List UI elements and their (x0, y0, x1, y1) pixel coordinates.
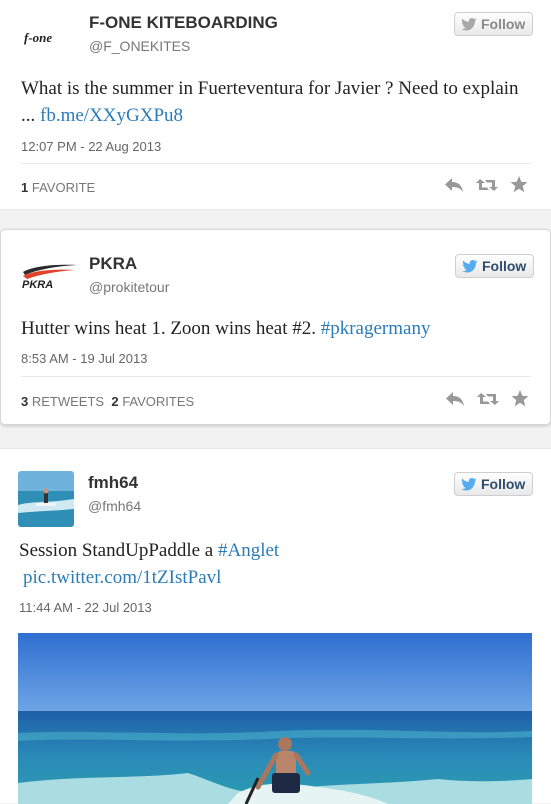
retweets-count[interactable]: 3 (21, 394, 28, 409)
timestamp[interactable]: 8:53 AM - 19 Jul 2013 (21, 351, 147, 366)
star-icon[interactable] (510, 176, 528, 193)
avatar[interactable]: f-one (22, 24, 78, 52)
tweet-stats: 1 FAVORITE (21, 180, 95, 195)
tweet-text: What is the summer in Fuerteventura for … (21, 75, 521, 129)
pkra-logo: PKRA (22, 264, 77, 291)
author-name[interactable]: F-ONE KITEBOARDING (89, 13, 278, 33)
tweet-actions (445, 390, 529, 407)
hashtag-link[interactable]: #Anglet (218, 540, 279, 561)
favorites-count[interactable]: 1 (21, 180, 28, 195)
tweet-card: f-one F-ONE KITEBOARDING @F_ONEKITES Fol… (0, 0, 551, 210)
retweets-label[interactable]: RETWEETS (32, 394, 104, 409)
retweet-icon[interactable] (476, 177, 498, 193)
surfer-photo (18, 633, 532, 804)
favorites-label[interactable]: FAVORITE (32, 180, 95, 195)
author-handle[interactable]: @F_ONEKITES (89, 38, 190, 54)
author-name[interactable]: fmh64 (88, 473, 138, 493)
timestamp[interactable]: 11:44 AM - 22 Jul 2013 (19, 600, 152, 615)
follow-label: Follow (481, 476, 526, 492)
timestamp[interactable]: 12:07 PM - 22 Aug 2013 (21, 139, 161, 154)
follow-label: Follow (482, 258, 527, 274)
retweet-icon[interactable] (477, 391, 499, 407)
tweet-card: fmh64 @fmh64 Follow Session StandUpPaddl… (0, 448, 551, 804)
avatar-photo (18, 471, 74, 527)
hashtag-link[interactable]: #pkragermany (321, 318, 431, 339)
divider (21, 163, 531, 164)
follow-label: Follow (481, 16, 526, 32)
author-name[interactable]: PKRA (89, 254, 137, 274)
tweet-photo[interactable] (18, 633, 532, 804)
svg-text:PKRA: PKRA (22, 279, 53, 291)
tweet-card: PKRA PKRA @prokitetour Follow Hutter win… (0, 229, 551, 425)
avatar[interactable]: PKRA (19, 258, 81, 294)
tweet-stats: 3 RETWEETS 2 FAVORITES (21, 394, 194, 409)
svg-text:f-one: f-one (24, 30, 52, 45)
reply-icon[interactable] (445, 391, 465, 407)
divider (21, 376, 531, 377)
tweet-text-content: Hutter wins heat 1. Zoon wins heat #2. (21, 318, 321, 339)
avatar[interactable] (18, 471, 74, 527)
tweet-text: Session StandUpPaddle a #Anglet pic.twit… (19, 537, 519, 591)
tweet-link[interactable]: fb.me/XXyGXPu8 (40, 105, 183, 126)
follow-button[interactable]: Follow (454, 12, 534, 36)
tweet-text-content: Session StandUpPaddle a (19, 540, 218, 561)
tweet-text: Hutter wins heat 1. Zoon wins heat #2. #… (21, 315, 541, 342)
reply-icon[interactable] (444, 177, 464, 193)
pic-link[interactable]: pic.twitter.com/1tZIstPavl (23, 567, 221, 588)
follow-button[interactable]: Follow (454, 472, 534, 496)
twitter-bird-icon (461, 17, 477, 30)
author-handle[interactable]: @prokitetour (89, 279, 169, 295)
favorites-label[interactable]: FAVORITES (122, 394, 194, 409)
twitter-bird-icon (462, 259, 478, 272)
star-icon[interactable] (511, 390, 529, 407)
f-one-logo: f-one (24, 30, 52, 45)
follow-button[interactable]: Follow (455, 254, 535, 278)
tweet-actions (444, 176, 528, 193)
favorites-count[interactable]: 2 (111, 394, 118, 409)
author-handle[interactable]: @fmh64 (88, 498, 141, 514)
twitter-bird-icon (461, 477, 477, 490)
